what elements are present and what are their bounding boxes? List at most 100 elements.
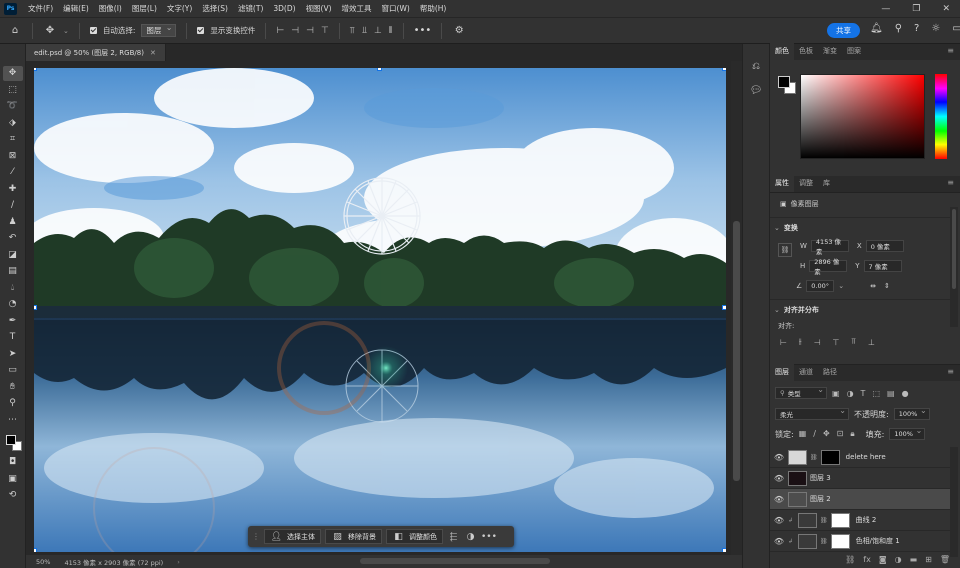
history-brush-tool-icon[interactable]: ↶ bbox=[3, 231, 23, 246]
show-transform-checkbox[interactable] bbox=[197, 27, 205, 34]
crop-tool-icon[interactable]: ⌗ bbox=[3, 132, 23, 147]
layer-mask-thumbnail[interactable] bbox=[820, 449, 840, 465]
menu-edit[interactable]: 编辑(E) bbox=[58, 3, 94, 14]
layer-name[interactable]: 色相/饱和度 1 bbox=[856, 536, 900, 546]
x-field[interactable]: 0 像素 bbox=[865, 240, 904, 252]
canvas-area[interactable] bbox=[26, 61, 742, 555]
tab-adjustments[interactable]: 调整 bbox=[794, 175, 818, 192]
filter-adjustment-icon[interactable]: ◑ bbox=[847, 389, 854, 398]
link-icon[interactable]: ⛓ bbox=[810, 454, 818, 461]
visibility-eye-icon[interactable]: 👁︎ bbox=[770, 516, 788, 525]
layer-row[interactable]: 👁︎ ↲ ⛓ 曲线 2 bbox=[770, 510, 950, 531]
transform-handle[interactable] bbox=[722, 305, 726, 310]
eraser-tool-icon[interactable]: ◪ bbox=[3, 248, 23, 263]
align-top-icon[interactable]: ⊤ bbox=[833, 338, 840, 347]
auto-select-checkbox[interactable] bbox=[89, 27, 97, 34]
history-icon[interactable]: ⎌ bbox=[748, 58, 764, 74]
link-icon[interactable]: ⛓ bbox=[820, 517, 828, 524]
align-left-icon[interactable]: ⊢ bbox=[276, 26, 284, 36]
lightbulb-icon[interactable]: ☼ bbox=[931, 23, 940, 34]
adjustment-icon[interactable]: ◑ bbox=[895, 555, 902, 564]
tab-gradients[interactable]: 渐变 bbox=[818, 43, 842, 60]
align-left-icon[interactable]: ⊢ bbox=[780, 338, 787, 347]
new-layer-icon[interactable]: ⊞ bbox=[925, 555, 932, 564]
panel-menu-icon[interactable]: ≡ bbox=[947, 46, 954, 55]
filter-pixel-icon[interactable]: ▣ bbox=[832, 389, 840, 398]
gear-icon[interactable]: ⚙ bbox=[452, 25, 466, 36]
panel-menu-icon[interactable]: ≡ bbox=[947, 178, 954, 187]
rectangle-tool-icon[interactable]: ▭ bbox=[3, 363, 23, 378]
tab-channels[interactable]: 通道 bbox=[794, 364, 818, 381]
color-picker-field[interactable] bbox=[800, 74, 925, 159]
lock-position-icon[interactable]: ✥ bbox=[823, 429, 830, 439]
properties-scrollbar[interactable] bbox=[950, 207, 958, 327]
type-tool-icon[interactable]: T bbox=[3, 330, 23, 345]
minimize-button[interactable]: — bbox=[881, 4, 890, 14]
layer-row[interactable]: 👁︎ 图层 3 bbox=[770, 468, 950, 489]
chevron-down-icon[interactable]: ⌄ bbox=[774, 306, 780, 314]
tab-paths[interactable]: 路径 bbox=[818, 364, 842, 381]
transform-icon[interactable]: ⬱ bbox=[447, 532, 460, 542]
layer-mask-thumbnail[interactable] bbox=[830, 512, 850, 528]
transform-handle[interactable] bbox=[34, 305, 37, 310]
layer-thumbnail[interactable] bbox=[788, 491, 807, 507]
y-field[interactable]: 7 像素 bbox=[863, 260, 902, 272]
close-button[interactable]: ✕ bbox=[942, 4, 950, 14]
path-select-tool-icon[interactable]: ➤ bbox=[3, 347, 23, 362]
screen-mode-icon[interactable]: ▣ bbox=[3, 472, 23, 487]
filter-smart-icon[interactable]: ▤ bbox=[887, 389, 895, 398]
hue-slider[interactable] bbox=[935, 74, 947, 159]
maximize-button[interactable]: ❐ bbox=[912, 4, 920, 14]
dodge-tool-icon[interactable]: ◔ bbox=[3, 297, 23, 312]
layer-thumbnail[interactable] bbox=[788, 470, 807, 486]
pen-tool-icon[interactable]: ✒ bbox=[3, 314, 23, 329]
brush-tool-icon[interactable]: ∕ bbox=[3, 198, 23, 213]
lock-transparency-icon[interactable]: ▦ bbox=[799, 429, 807, 439]
visibility-eye-icon[interactable]: 👁︎ bbox=[770, 474, 788, 483]
menu-file[interactable]: 文件(F) bbox=[23, 3, 58, 14]
layer-row[interactable]: 👁︎ ⛓ delete here bbox=[770, 447, 950, 468]
marquee-tool-icon[interactable]: ⬚ bbox=[3, 83, 23, 98]
group-icon[interactable]: ▬ bbox=[910, 555, 918, 564]
move-tool-icon[interactable]: ✥ bbox=[43, 25, 57, 36]
align-bottom-icon[interactable]: ⊥ bbox=[374, 26, 382, 36]
tab-swatches[interactable]: 色板 bbox=[794, 43, 818, 60]
align-right-icon[interactable]: ⊣ bbox=[814, 338, 821, 347]
layer-thumbnail[interactable] bbox=[788, 449, 807, 465]
zoom-tool-icon[interactable]: ⚲ bbox=[3, 396, 23, 411]
comment-icon[interactable]: 💬︎ bbox=[748, 82, 764, 98]
tab-layers[interactable]: 图层 bbox=[770, 364, 794, 381]
menu-filter[interactable]: 滤镜(T) bbox=[233, 3, 268, 14]
align-hcenter-icon[interactable]: ⫲ bbox=[799, 337, 802, 347]
layer-mask-thumbnail[interactable] bbox=[830, 533, 850, 549]
color-swatches[interactable] bbox=[3, 433, 23, 453]
healing-brush-tool-icon[interactable]: ✚ bbox=[3, 182, 23, 197]
move-tool-icon[interactable]: ✥ bbox=[2, 66, 23, 81]
layer-name[interactable]: 曲线 2 bbox=[856, 515, 877, 525]
foreground-color-swatch[interactable] bbox=[778, 76, 790, 88]
align-top-edge-icon[interactable]: ⫪ bbox=[350, 26, 355, 36]
auto-select-dropdown[interactable]: 图层 bbox=[141, 23, 177, 37]
filter-shape-icon[interactable]: ⬚ bbox=[872, 389, 880, 398]
trash-icon[interactable]: 🗑︎ bbox=[940, 555, 950, 564]
chevron-down-icon[interactable]: ⌄ bbox=[774, 224, 780, 232]
blend-mode-dropdown[interactable]: 柔光 bbox=[775, 406, 849, 420]
lock-pixels-icon[interactable]: ∕ bbox=[813, 429, 816, 439]
eyedropper-tool-icon[interactable]: ⁄ bbox=[3, 165, 23, 180]
menu-help[interactable]: 帮助(H) bbox=[415, 3, 452, 14]
transform-handle[interactable] bbox=[722, 68, 726, 71]
home-icon[interactable]: ⌂ bbox=[8, 25, 22, 36]
visibility-eye-icon[interactable]: 👁︎ bbox=[770, 537, 788, 546]
layer-row[interactable]: 👁︎ ↲ ⛓ 色相/饱和度 1 bbox=[770, 531, 950, 552]
menu-select[interactable]: 选择(S) bbox=[197, 3, 233, 14]
more-options-button[interactable]: ••• bbox=[414, 25, 432, 36]
align-top-icon[interactable]: ⊤ bbox=[321, 26, 329, 36]
foreground-color-swatch[interactable] bbox=[5, 435, 16, 445]
filter-toggle-icon[interactable]: ● bbox=[902, 389, 909, 398]
drag-handle-icon[interactable]: ⋮ bbox=[252, 532, 260, 541]
align-vcenter-icon[interactable]: ⫫ bbox=[362, 26, 367, 36]
search-icon[interactable]: ⚲ bbox=[895, 23, 902, 34]
clone-stamp-tool-icon[interactable]: ♟ bbox=[3, 215, 23, 230]
menu-image[interactable]: 图像(I) bbox=[94, 3, 127, 14]
transform-handle[interactable] bbox=[377, 68, 382, 71]
